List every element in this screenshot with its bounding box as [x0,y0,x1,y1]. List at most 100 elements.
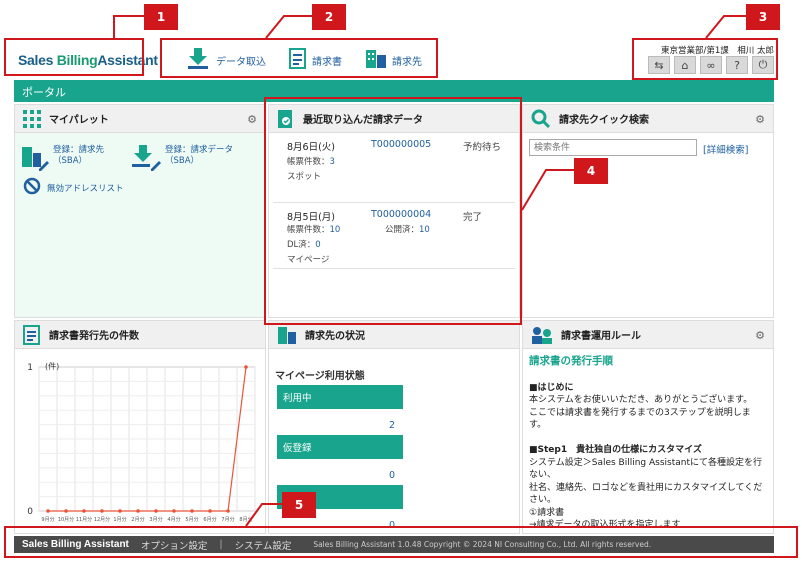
status-label: 利用中 [277,385,403,409]
record-type: スポット [287,172,322,182]
pallet-item-label: 無効アドレスリスト [47,183,124,194]
y-tick-label: 1 [27,363,33,373]
rules-line: ■はじめに [529,382,574,393]
record-number[interactable]: T000000005 [371,139,431,150]
footer-logo[interactable]: Sales Billing Assistant [22,539,129,550]
rules-line: ①請求書 [529,507,565,518]
status-value[interactable]: 0 [277,459,403,485]
gear-icon[interactable]: ⚙ [755,329,765,342]
x-tick-label: 8月分 [239,516,252,523]
nav-invoice-label: 請求書 [312,57,342,68]
record-public: 公開済：10 [385,225,430,235]
logo-sales: Sales [18,52,57,68]
pallet-item-invalid-address[interactable]: 無効アドレスリスト [23,177,124,198]
detail-search-link[interactable]: [詳細検索] [703,142,748,156]
record-status: 完了 [463,212,483,223]
x-tick-label: 6月分 [203,516,216,523]
nav-customer[interactable]: 請求先 [364,48,422,73]
header-tools: ⇆ ⌂ ∞ ? ⏻ [648,56,774,74]
help-icon[interactable]: ? [726,56,748,74]
recent-data-title: 最近取り込んだ請求データ [303,115,423,126]
issue-count-panel: 請求書発行先の件数 (件) 1 0 9月分 10月分 11月分 12月分 1月分 2月分 3月分 4… [14,320,266,534]
recent-record[interactable]: 8月5日(月) T000000004 完了 帳票件数：10 公開済：10 DL済… [273,203,515,269]
footer-separator: | [219,539,223,550]
link-icon[interactable]: ∞ [700,56,722,74]
data-point [82,509,86,513]
pallet-item-register-customer[interactable]: 登録：請求先（SBA） [21,145,121,174]
import-icon [186,48,212,73]
x-tick-label: 1月分 [113,516,126,523]
record-type: マイページ [287,255,330,265]
x-tick-label: 7月分 [221,516,234,523]
record-count: 帳票件数：3 [287,157,335,167]
data-point [172,509,176,513]
home-icon[interactable]: ⌂ [674,56,696,74]
switch-icon[interactable]: ⇆ [648,56,670,74]
rules-line: 社名、連絡先、ロゴなどを貴社用にカスタマイズしてください。 [529,482,763,506]
mypallet-panel: マイパレット ⚙ 登録：請求先（SBA） 登録：請求データ（SBA） 無効アドレ… [14,104,266,318]
data-point [226,509,230,513]
data-point [208,509,212,513]
customer-status-title: 請求先の状況 [305,331,365,342]
footer: Sales Billing Assistant オプション設定 | システム設定… [14,536,774,553]
annotation-badge-2: 2 [312,4,346,30]
record-status: 予約待ち [463,142,502,153]
rules-header: 請求書運用ルール ⚙ [523,321,773,349]
building-icon [277,325,297,345]
recent-record[interactable]: 8月6日(火) T000000005 予約待ち 帳票件数：3 スポット [273,133,515,203]
data-point [244,365,248,369]
x-tick-label: 12月分 [94,516,110,523]
data-point [64,509,68,513]
option-settings-link[interactable]: オプション設定 [141,538,208,552]
nav-customer-label: 請求先 [392,57,422,68]
mypallet-title: マイパレット [49,115,109,126]
import-edit-icon [131,145,161,174]
x-tick-label: 4月分 [167,516,180,523]
record-date: 8月6日(火) [287,142,336,153]
portal-bar: ポータル [14,80,774,102]
issue-count-title: 請求書発行先の件数 [49,331,139,342]
grid-icon [23,109,41,128]
annotation-line-1 [113,15,144,38]
annotation-line-2 [265,15,312,39]
record-number[interactable]: T000000004 [371,209,431,220]
status-value[interactable]: 2 [277,409,403,435]
quick-search-panel: 請求先クイック検索 ⚙ [詳細検索] [522,104,774,318]
power-icon[interactable]: ⏻ [752,56,774,74]
x-tick-label: 2月分 [131,516,144,523]
quick-search-title: 請求先クイック検索 [559,115,649,126]
x-tick-label: 5月分 [185,516,198,523]
nav-data-import[interactable]: データ取込 [186,48,266,73]
y-axis-label: (件) [45,361,59,371]
issue-count-chart: (件) 1 0 9月分 10月分 11月分 12月分 1月分 2月分 3月分 4月分 5月分 6月分 7月… [27,361,256,523]
rules-lines: ■はじめに 本システムをお使いいただき、ありがとうございます。 ここでは請求書を発行… [529,382,767,532]
annotation-badge-3: 3 [746,4,780,30]
customer-status-subtitle: マイページ利用状態 [275,371,365,382]
data-point [46,509,50,513]
invoice-icon [288,48,308,73]
logo-assistant: Assistant [97,52,158,68]
rules-content: 請求書の発行手順 ■はじめに 本システムをお使いいただき、ありがとうございます。こ… [523,349,773,533]
pallet-item-register-data[interactable]: 登録：請求データ（SBA） [131,145,241,174]
nav-invoice[interactable]: 請求書 [288,48,342,73]
mypallet-header: マイパレット ⚙ [15,105,265,133]
rules-line: ここでは請求書を発行するまでの3ステップを説明します。 [529,407,751,431]
prohibited-icon [23,177,41,198]
gear-icon[interactable]: ⚙ [755,113,765,126]
logo-billing: Billing [56,52,98,68]
customer-status-header: 請求先の状況 [269,321,519,349]
y-tick-label: 0 [27,507,33,517]
data-point [154,509,158,513]
gear-icon[interactable]: ⚙ [247,113,257,126]
building-edit-icon [21,145,49,174]
annotation-line-3 [705,15,746,39]
rules-line: システム設定＞Sales Billing Assistantにて各種設定を行ない… [529,457,763,481]
x-tick-label: 3月分 [149,516,162,523]
system-settings-link[interactable]: システム設定 [235,538,292,552]
search-input[interactable] [529,139,697,156]
annotation-badge-1: 1 [144,4,178,30]
app-logo[interactable]: Sales BillingAssistant [18,52,158,68]
rules-line: →請求データの取込形式を指定します [529,520,681,530]
copyright: Sales Billing Assistant 1.0.48 Copyright… [313,540,652,549]
pallet-item-label: 登録：請求データ（SBA） [165,145,234,166]
